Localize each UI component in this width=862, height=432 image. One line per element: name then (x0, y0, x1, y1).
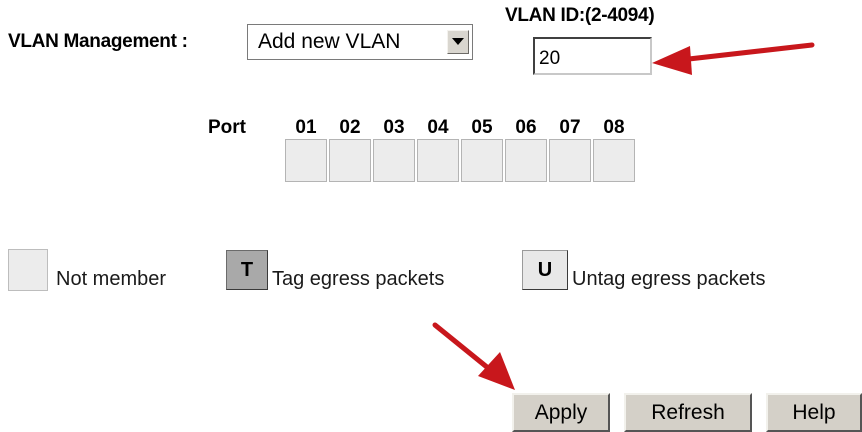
annotation-layer (432, 42, 815, 390)
arrow-to-vlan-id-icon (652, 42, 815, 75)
arrow-to-apply-icon (432, 322, 515, 390)
